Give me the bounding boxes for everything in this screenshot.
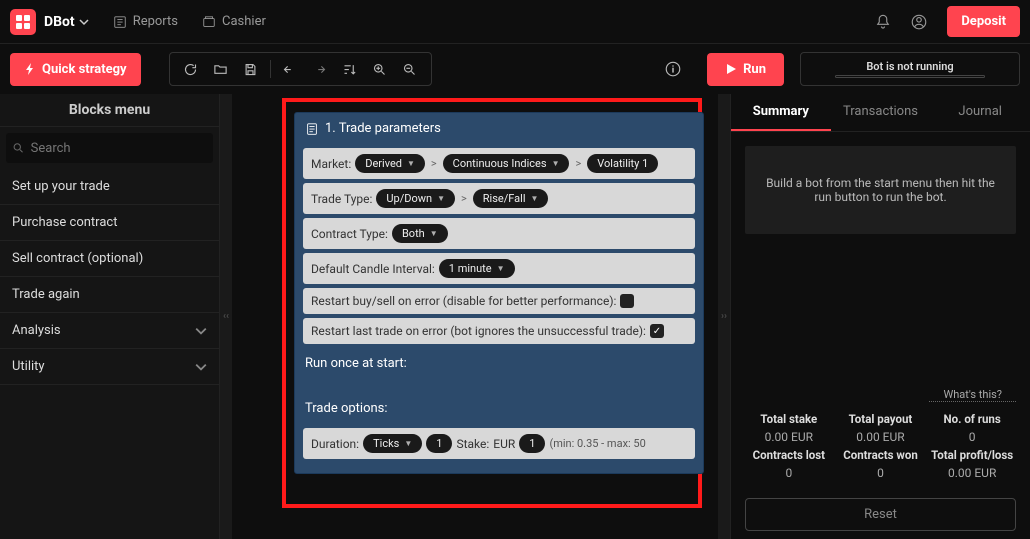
app-logo[interactable] — [10, 9, 36, 35]
whats-this-link[interactable]: What's this? — [929, 388, 1016, 402]
run-button-label: Run — [743, 62, 766, 77]
trade-parameters-block[interactable]: 1. Trade parameters Market: Derived▼ > C… — [294, 112, 704, 474]
toolbar-row: Quick strategy Run Bot is not running — [0, 44, 1030, 94]
duration-row[interactable]: Duration: Ticks▼ 1 Stake: EUR 1 (min: 0.… — [303, 428, 695, 459]
stat-total-pl: Total profit/loss0.00 EUR — [928, 448, 1016, 480]
stake-value-pill[interactable]: 1 — [519, 434, 545, 453]
collapse-right-handle[interactable]: ›› — [718, 94, 730, 539]
trade-type-sub-pill[interactable]: Rise/Fall▼ — [473, 189, 549, 208]
block-header: 1. Trade parameters — [295, 113, 703, 144]
nav-reports-label: Reports — [133, 14, 178, 29]
breadcrumb-arrow: > — [575, 157, 581, 170]
blocks-sidebar: Blocks menu Set up your trade Purchase c… — [0, 94, 220, 539]
market-row[interactable]: Market: Derived▼ > Continuous Indices▼ >… — [303, 148, 695, 179]
run-status: Bot is not running — [800, 52, 1020, 86]
candle-interval-pill[interactable]: 1 minute▼ — [439, 259, 515, 278]
contract-type-label: Contract Type: — [311, 227, 388, 241]
reset-icon[interactable] — [176, 54, 206, 84]
sidebar-item-trade-again[interactable]: Trade again — [0, 277, 219, 313]
chevron-down-icon — [195, 325, 207, 337]
reset-button[interactable]: Reset — [745, 498, 1016, 531]
market-level1-pill[interactable]: Derived▼ — [355, 154, 425, 173]
restart-last-row[interactable]: Restart last trade on error (bot ignores… — [303, 318, 695, 344]
chevron-down-icon — [195, 361, 207, 373]
run-status-label: Bot is not running — [866, 60, 953, 73]
market-level2-pill[interactable]: Continuous Indices▼ — [443, 154, 570, 173]
sidebar-item-utility[interactable]: Utility — [0, 349, 219, 385]
tab-summary[interactable]: Summary — [731, 94, 831, 131]
stat-total-payout: Total payout0.00 EUR — [837, 412, 925, 444]
right-panel: Summary Transactions Journal Build a bot… — [730, 94, 1030, 539]
search-box[interactable] — [6, 133, 213, 163]
search-icon — [12, 141, 25, 155]
market-label: Market: — [311, 157, 351, 171]
collapse-left-handle[interactable]: ‹‹ — [220, 94, 232, 539]
breadcrumb-arrow: > — [431, 157, 437, 170]
restart-last-label: Restart last trade on error (bot ignores… — [311, 324, 646, 338]
nav-cashier-label: Cashier — [222, 14, 266, 29]
account-icon[interactable] — [905, 8, 933, 36]
sidebar-item-setup-trade[interactable]: Set up your trade — [0, 169, 219, 205]
info-icon[interactable] — [659, 55, 687, 83]
zoom-in-icon[interactable] — [365, 54, 395, 84]
restart-last-checkbox[interactable]: ✓ — [650, 324, 664, 338]
chevron-down-icon[interactable] — [79, 17, 89, 27]
restart-buysell-checkbox[interactable] — [620, 294, 634, 308]
deposit-button[interactable]: Deposit — [947, 6, 1020, 37]
stat-total-stake: Total stake0.00 EUR — [745, 412, 833, 444]
redo-icon[interactable] — [305, 54, 335, 84]
stat-no-of-runs: No. of runs0 — [928, 412, 1016, 444]
nav-reports[interactable]: Reports — [113, 14, 178, 29]
topbar: DBot Reports Cashier Deposit — [0, 0, 1030, 44]
trade-type-label: Trade Type: — [311, 192, 372, 206]
trade-options-label: Trade options: — [295, 393, 703, 424]
candle-interval-row[interactable]: Default Candle Interval: 1 minute▼ — [303, 253, 695, 284]
breadcrumb-arrow: > — [461, 192, 467, 205]
contract-type-row[interactable]: Contract Type: Both▼ — [303, 218, 695, 249]
document-icon — [305, 122, 319, 136]
stats-grid: Total stake0.00 EUR Total payout0.00 EUR… — [731, 402, 1030, 490]
restart-buysell-row[interactable]: Restart buy/sell on error (disable for b… — [303, 288, 695, 314]
run-progress-bar — [835, 75, 985, 78]
right-tabs: Summary Transactions Journal — [731, 94, 1030, 132]
trade-type-row[interactable]: Trade Type: Up/Down▼ > Rise/Fall▼ — [303, 183, 695, 214]
tab-transactions[interactable]: Transactions — [831, 94, 931, 131]
app-name[interactable]: DBot — [44, 14, 75, 30]
duration-label: Duration: — [311, 437, 359, 451]
restart-buysell-label: Restart buy/sell on error (disable for b… — [311, 294, 616, 308]
notifications-icon[interactable] — [869, 8, 897, 36]
sidebar-item-analysis[interactable]: Analysis — [0, 313, 219, 349]
quick-strategy-label: Quick strategy — [42, 62, 127, 77]
stat-contracts-lost: Contracts lost0 — [745, 448, 833, 480]
build-message: Build a bot from the start menu then hit… — [745, 146, 1016, 234]
market-level3-pill[interactable]: Volatility 1 — [587, 154, 658, 173]
run-button[interactable]: Run — [707, 53, 784, 86]
sidebar-item-purchase-contract[interactable]: Purchase contract — [0, 205, 219, 241]
stat-contracts-won: Contracts won0 — [837, 448, 925, 480]
undo-icon[interactable] — [275, 54, 305, 84]
duration-unit-pill[interactable]: Ticks▼ — [363, 434, 422, 453]
duration-value-pill[interactable]: 1 — [426, 434, 452, 453]
zoom-out-icon[interactable] — [395, 54, 425, 84]
sidebar-title: Blocks menu — [0, 94, 219, 127]
run-once-label: Run once at start: — [295, 348, 703, 379]
tab-journal[interactable]: Journal — [930, 94, 1030, 131]
sidebar-item-sell-contract[interactable]: Sell contract (optional) — [0, 241, 219, 277]
stake-label: Stake: — [456, 437, 489, 451]
nav-cashier[interactable]: Cashier — [202, 14, 266, 29]
contract-type-pill[interactable]: Both▼ — [392, 224, 448, 243]
search-input[interactable] — [31, 141, 207, 156]
block-title: 1. Trade parameters — [325, 121, 441, 136]
save-icon[interactable] — [236, 54, 266, 84]
currency-label: EUR — [493, 437, 515, 451]
workspace-canvas[interactable]: 1. Trade parameters Market: Derived▼ > C… — [232, 94, 718, 539]
candle-interval-label: Default Candle Interval: — [311, 262, 435, 276]
quick-strategy-button[interactable]: Quick strategy — [10, 53, 141, 86]
file-tool-group — [169, 52, 432, 86]
sort-icon[interactable] — [335, 54, 365, 84]
stake-minmax: (min: 0.35 - max: 50 — [549, 437, 645, 450]
open-folder-icon[interactable] — [206, 54, 236, 84]
trade-type-group-pill[interactable]: Up/Down▼ — [376, 189, 455, 208]
